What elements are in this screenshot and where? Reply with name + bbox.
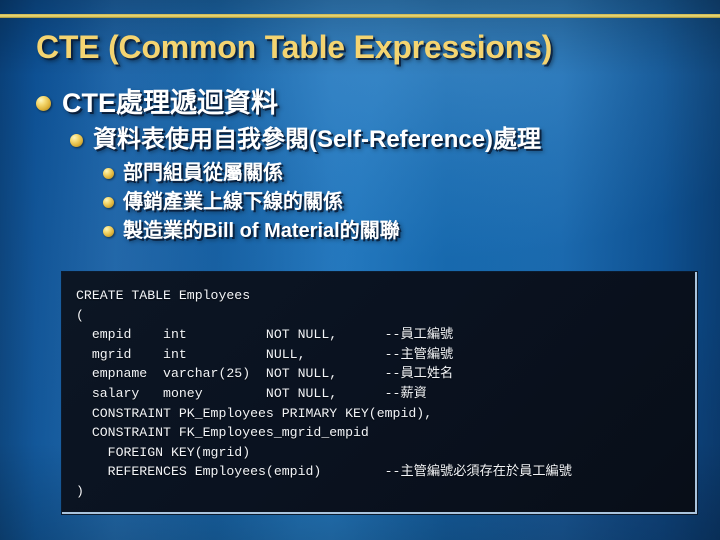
bullet-level3-item: 部門組員從屬關係 (0, 159, 720, 188)
code-block-text: CREATE TABLE Employees ( empid int NOT N… (76, 288, 572, 499)
bullet-sphere-icon (103, 197, 114, 208)
bullet-level1-label: CTE處理遞迴資料 (62, 88, 278, 118)
slide-body: CTE處理遞迴資料 資料表使用自我參閱(Self-Reference)處理 部門… (0, 86, 720, 246)
bullet-level2-label: 資料表使用自我參閱(Self-Reference)處理 (93, 126, 542, 153)
bullet-sphere-icon (70, 134, 83, 147)
page-title: CTE (Common Table Expressions) (36, 29, 553, 65)
bullet-level3-label: 部門組員從屬關係 (123, 162, 283, 184)
title-divider-rule (0, 14, 720, 18)
slide-canvas: CTE (Common Table Expressions) CTE處理遞迴資料… (0, 0, 720, 540)
bullet-level3-label: 傳銷產業上線下線的關係 (123, 191, 343, 213)
bullet-level2-item: 資料表使用自我參閱(Self-Reference)處理 (0, 124, 720, 156)
bullet-level3-item: 傳銷產業上線下線的關係 (0, 188, 720, 217)
bullet-level1-item: CTE處理遞迴資料 (0, 86, 720, 120)
bullet-sphere-icon (36, 96, 51, 111)
code-block-panel: CREATE TABLE Employees ( empid int NOT N… (62, 272, 697, 514)
bullet-level3-label: 製造業的Bill of Material的關聯 (123, 220, 400, 242)
bullet-level3-item: 製造業的Bill of Material的關聯 (0, 217, 720, 246)
bullet-sphere-icon (103, 168, 114, 179)
bullet-sphere-icon (103, 226, 114, 237)
